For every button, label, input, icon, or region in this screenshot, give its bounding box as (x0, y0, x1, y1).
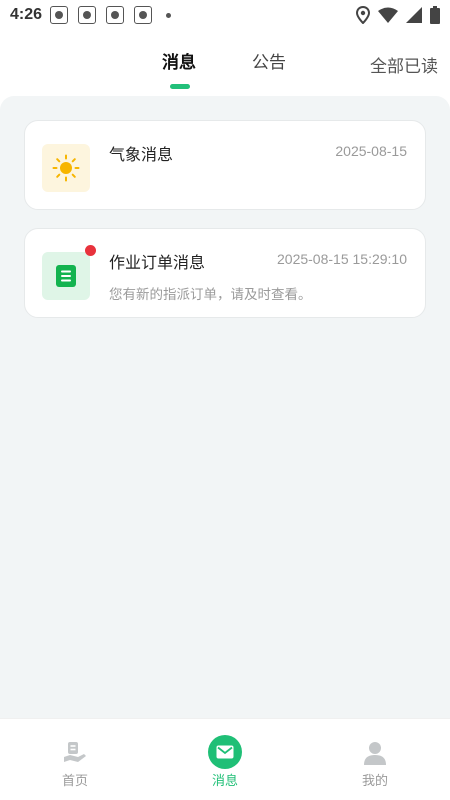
tab-notices[interactable]: 公告 (252, 48, 286, 73)
signal-icon (406, 7, 422, 23)
nav-label-messages: 消息 (211, 774, 238, 789)
message-time: 2025-08-15 15:29:10 (277, 251, 407, 267)
status-bar: 4:26 (0, 0, 450, 30)
message-description: 您有新的指派订单，请及时查看。 (109, 287, 312, 303)
battery-icon (430, 6, 440, 24)
wifi-icon (378, 7, 398, 23)
message-title: 气象消息 (109, 145, 174, 164)
status-right-icons (356, 6, 440, 24)
paw-icon (134, 6, 153, 24)
message-time: 2025-08-15 (335, 143, 407, 159)
tab-messages[interactable]: 消息 (162, 48, 196, 73)
list-item-weather-message[interactable]: 气象消息 2025-08-15 (24, 120, 426, 210)
list-item-order-message[interactable]: 作业订单消息 2025-08-15 15:29:10 您有新的指派订单，请及时查… (24, 228, 426, 318)
nav-label-mine: 我的 (361, 774, 388, 789)
message-title: 作业订单消息 (109, 253, 206, 272)
user-icon (359, 737, 391, 769)
message-list: 气象消息 2025-08-15 作业订单消息 2025-08-15 15:29:… (0, 96, 450, 718)
weather-icon-box (42, 144, 90, 192)
unread-badge (85, 245, 96, 256)
status-time: 4:26 (10, 6, 43, 23)
nav-item-messages[interactable]: 消息 (150, 719, 300, 800)
sun-icon (52, 154, 80, 182)
document-icon (56, 265, 76, 287)
paw-icon (106, 6, 125, 24)
home-icon (59, 737, 91, 769)
paw-icon (78, 6, 97, 24)
more-notifications-dot (166, 12, 172, 18)
mail-icon (208, 735, 242, 769)
location-icon (356, 6, 370, 24)
order-icon-box (42, 252, 90, 300)
bottom-nav: 首页 消息 我的 (0, 718, 450, 800)
paw-icon (50, 6, 69, 24)
nav-item-mine[interactable]: 我的 (300, 719, 450, 800)
active-tab-indicator (170, 84, 190, 89)
nav-item-home[interactable]: 首页 (0, 719, 150, 800)
mark-all-read-button[interactable]: 全部已读 (370, 52, 438, 77)
header: 消息 公告 全部已读 (0, 30, 450, 96)
nav-label-home: 首页 (61, 774, 88, 789)
